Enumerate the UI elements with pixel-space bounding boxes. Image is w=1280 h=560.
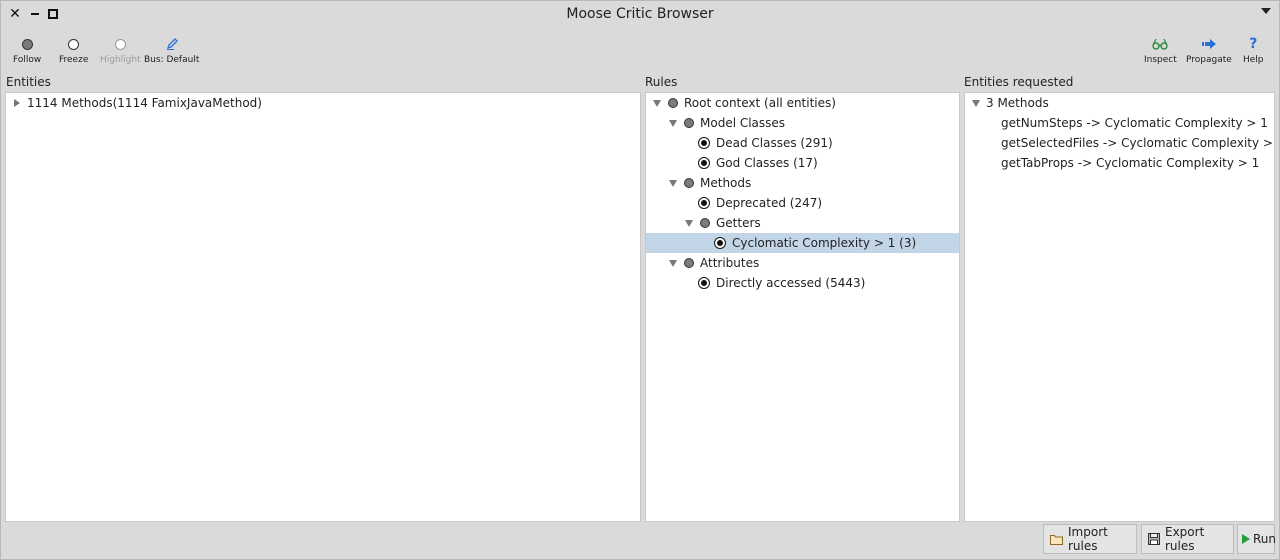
help-label: Help bbox=[1243, 55, 1264, 65]
entity-label: 1114 Methods(1114 FamixJavaMethod) bbox=[27, 96, 262, 110]
propagate-label: Propagate bbox=[1186, 55, 1232, 65]
bus-button[interactable]: Bus: Default bbox=[144, 34, 199, 65]
close-window-icon[interactable]: ✕ bbox=[8, 6, 22, 22]
entities-tree[interactable]: 1114 Methods(1114 FamixJavaMethod) bbox=[5, 92, 641, 522]
rule-target-icon bbox=[698, 197, 710, 209]
collapse-triangle-icon[interactable] bbox=[669, 179, 677, 187]
rule-row-attributes[interactable]: Attributes bbox=[646, 253, 959, 273]
run-button[interactable]: Run bbox=[1237, 524, 1277, 554]
requested-item-row[interactable]: getTabProps -> Cyclomatic Complexity > 1 bbox=[965, 153, 1274, 173]
rule-label: Cyclomatic Complexity > 1 (3) bbox=[732, 236, 917, 250]
rules-pane-title: Rules bbox=[645, 75, 678, 89]
context-node-icon bbox=[668, 98, 678, 108]
rule-label: Dead Classes (291) bbox=[716, 136, 833, 150]
requested-group-row[interactable]: 3 Methods bbox=[965, 93, 1274, 113]
play-icon bbox=[1242, 534, 1250, 544]
glasses-icon bbox=[1152, 38, 1169, 50]
rule-label: Directly accessed (5443) bbox=[716, 276, 866, 290]
rule-label: Attributes bbox=[700, 256, 760, 270]
rule-target-icon bbox=[698, 277, 710, 289]
context-node-icon bbox=[684, 178, 694, 188]
title-bar: ✕ Moose Critic Browser bbox=[1, 1, 1279, 29]
follow-button[interactable]: Follow bbox=[13, 34, 41, 65]
rule-label: Model Classes bbox=[700, 116, 786, 130]
collapse-triangle-icon[interactable] bbox=[653, 99, 661, 107]
rule-row-root[interactable]: Root context (all entities) bbox=[646, 93, 959, 113]
maximize-window-icon[interactable] bbox=[46, 7, 60, 21]
collapse-triangle-icon[interactable] bbox=[972, 99, 980, 107]
requested-item-row[interactable]: getSelectedFiles -> Cyclomatic Complexit… bbox=[965, 133, 1274, 153]
rule-label: Root context (all entities) bbox=[684, 96, 836, 110]
rule-label: Methods bbox=[700, 176, 752, 190]
highlight-button[interactable]: Highlight bbox=[100, 34, 141, 65]
highlight-radio-icon bbox=[114, 38, 126, 50]
rule-row-directly-accessed[interactable]: Directly accessed (5443) bbox=[646, 273, 959, 293]
context-node-icon bbox=[700, 218, 710, 228]
import-rules-button[interactable]: Import rules bbox=[1043, 524, 1137, 554]
propagate-arrow-icon bbox=[1201, 39, 1216, 49]
rule-row-methods[interactable]: Methods bbox=[646, 173, 959, 193]
window-title: Moose Critic Browser bbox=[566, 6, 714, 22]
rule-row-god-classes[interactable]: God Classes (17) bbox=[646, 153, 959, 173]
rules-tree[interactable]: Root context (all entities) Model Classe… bbox=[645, 92, 960, 522]
rule-target-icon bbox=[714, 237, 726, 249]
rule-row-model-classes[interactable]: Model Classes bbox=[646, 113, 959, 133]
entities-pane-title: Entities bbox=[6, 75, 51, 89]
requested-label: getSelectedFiles -> Cyclomatic Complexit… bbox=[1001, 136, 1275, 150]
rule-target-icon bbox=[698, 157, 710, 169]
export-rules-button[interactable]: Export rules bbox=[1141, 524, 1234, 554]
requested-item-row[interactable]: getNumSteps -> Cyclomatic Complexity > 1 bbox=[965, 113, 1274, 133]
rule-row-cyclomatic-selected[interactable]: Cyclomatic Complexity > 1 (3) bbox=[646, 233, 959, 253]
inspect-label: Inspect bbox=[1144, 55, 1177, 65]
expand-triangle-icon[interactable] bbox=[14, 99, 20, 107]
propagate-button[interactable]: Propagate bbox=[1186, 34, 1232, 65]
freeze-label: Freeze bbox=[59, 55, 89, 65]
rule-label: Getters bbox=[716, 216, 761, 230]
rule-row-deprecated[interactable]: Deprecated (247) bbox=[646, 193, 959, 213]
requested-label: 3 Methods bbox=[986, 96, 1049, 110]
window-menu-caret-icon[interactable] bbox=[1261, 8, 1271, 14]
requested-label: getTabProps -> Cyclomatic Complexity > 1 bbox=[1001, 156, 1260, 170]
entity-row[interactable]: 1114 Methods(1114 FamixJavaMethod) bbox=[6, 93, 640, 113]
highlight-label: Highlight bbox=[100, 55, 141, 65]
requested-tree[interactable]: 3 Methods getNumSteps -> Cyclomatic Comp… bbox=[964, 92, 1275, 522]
rule-row-getters[interactable]: Getters bbox=[646, 213, 959, 233]
context-node-icon bbox=[684, 258, 694, 268]
collapse-triangle-icon[interactable] bbox=[685, 219, 693, 227]
help-question-icon: ? bbox=[1249, 36, 1258, 52]
requested-label: getNumSteps -> Cyclomatic Complexity > 1 bbox=[1001, 116, 1268, 130]
context-node-icon bbox=[684, 118, 694, 128]
rule-label: God Classes (17) bbox=[716, 156, 818, 170]
requested-pane-title: Entities requested bbox=[964, 75, 1074, 89]
collapse-triangle-icon[interactable] bbox=[669, 259, 677, 267]
collapse-triangle-icon[interactable] bbox=[669, 119, 677, 127]
follow-radio-icon bbox=[21, 38, 33, 50]
floppy-disk-icon bbox=[1148, 533, 1160, 545]
help-button[interactable]: ? Help bbox=[1243, 34, 1264, 65]
import-rules-label: Import rules bbox=[1068, 525, 1108, 553]
rule-target-icon bbox=[698, 137, 710, 149]
critic-browser-window: ✕ Moose Critic Browser Follow Freeze Hig… bbox=[0, 0, 1280, 560]
minimize-window-icon[interactable] bbox=[28, 7, 42, 21]
freeze-radio-icon bbox=[68, 38, 80, 50]
folder-icon bbox=[1050, 534, 1063, 545]
run-label: Run bbox=[1253, 532, 1277, 546]
bus-label: Bus: Default bbox=[144, 55, 200, 65]
inspect-button[interactable]: Inspect bbox=[1144, 34, 1177, 65]
rule-label: Deprecated (247) bbox=[716, 196, 823, 210]
export-rules-label: Export rules bbox=[1165, 525, 1205, 553]
freeze-button[interactable]: Freeze bbox=[59, 34, 88, 65]
follow-label: Follow bbox=[13, 55, 42, 65]
rule-row-dead-classes[interactable]: Dead Classes (291) bbox=[646, 133, 959, 153]
pencil-icon bbox=[166, 38, 178, 50]
